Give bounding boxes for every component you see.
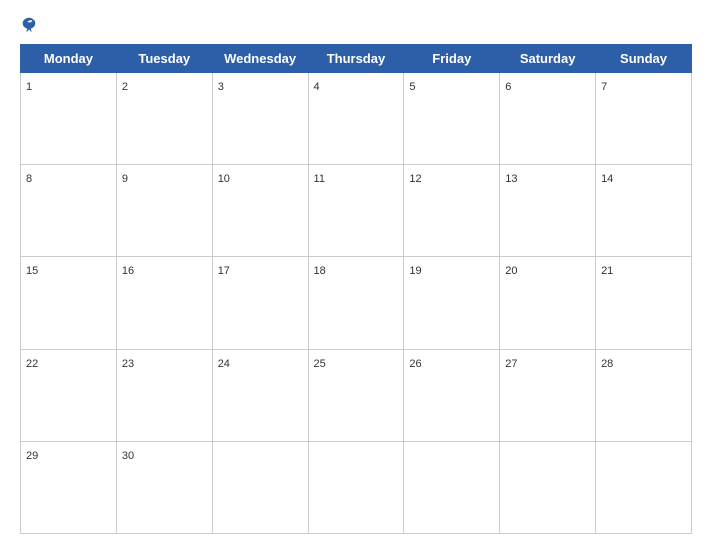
table-row: 26 (404, 349, 500, 441)
table-row: 29 (21, 441, 117, 533)
table-row: 6 (500, 73, 596, 165)
table-row: 7 (596, 73, 692, 165)
day-number: 12 (409, 173, 421, 185)
day-number: 9 (122, 173, 128, 185)
table-row: 10 (212, 165, 308, 257)
day-number: 14 (601, 173, 613, 185)
day-number: 8 (26, 173, 32, 185)
header (20, 16, 692, 34)
day-header-friday: Friday (404, 45, 500, 73)
day-number: 5 (409, 81, 415, 93)
day-number: 24 (218, 358, 230, 370)
day-number: 26 (409, 358, 421, 370)
day-number: 30 (122, 450, 134, 462)
table-row: 3 (212, 73, 308, 165)
day-number: 16 (122, 265, 134, 277)
table-row: 5 (404, 73, 500, 165)
table-row: 4 (308, 73, 404, 165)
week-row-5: 29 30 (21, 441, 692, 533)
table-row: 15 (21, 257, 117, 349)
day-number: 13 (505, 173, 517, 185)
table-row: 19 (404, 257, 500, 349)
table-row: 23 (116, 349, 212, 441)
day-header-sunday: Sunday (596, 45, 692, 73)
table-row: 12 (404, 165, 500, 257)
week-row-4: 22 23 24 25 26 27 28 (21, 349, 692, 441)
day-number: 25 (314, 358, 326, 370)
day-header-tuesday: Tuesday (116, 45, 212, 73)
table-row: 27 (500, 349, 596, 441)
day-header-wednesday: Wednesday (212, 45, 308, 73)
table-row: 28 (596, 349, 692, 441)
calendar: MondayTuesdayWednesdayThursdayFridaySatu… (20, 44, 692, 534)
table-row: 1 (21, 73, 117, 165)
table-row: 24 (212, 349, 308, 441)
table-row: 22 (21, 349, 117, 441)
day-number: 28 (601, 358, 613, 370)
table-row: 30 (116, 441, 212, 533)
table-row (212, 441, 308, 533)
day-number: 27 (505, 358, 517, 370)
day-number: 6 (505, 81, 511, 93)
table-row: 21 (596, 257, 692, 349)
week-row-1: 1 2 3 4 5 6 7 (21, 73, 692, 165)
day-number: 20 (505, 265, 517, 277)
table-row: 20 (500, 257, 596, 349)
table-row: 25 (308, 349, 404, 441)
logo-bird-icon (20, 16, 38, 34)
table-row (500, 441, 596, 533)
day-number: 3 (218, 81, 224, 93)
table-row (308, 441, 404, 533)
day-number: 15 (26, 265, 38, 277)
table-row: 11 (308, 165, 404, 257)
week-row-3: 15 16 17 18 19 20 21 (21, 257, 692, 349)
day-number: 21 (601, 265, 613, 277)
logo-blue (20, 16, 40, 34)
day-number: 2 (122, 81, 128, 93)
table-row: 13 (500, 165, 596, 257)
table-row: 9 (116, 165, 212, 257)
day-number: 23 (122, 358, 134, 370)
week-row-2: 8 9 10 11 12 13 14 (21, 165, 692, 257)
day-header-saturday: Saturday (500, 45, 596, 73)
table-row: 17 (212, 257, 308, 349)
day-number: 18 (314, 265, 326, 277)
day-number: 17 (218, 265, 230, 277)
days-header-row: MondayTuesdayWednesdayThursdayFridaySatu… (21, 45, 692, 73)
table-row: 8 (21, 165, 117, 257)
table-row: 2 (116, 73, 212, 165)
day-header-thursday: Thursday (308, 45, 404, 73)
day-number: 22 (26, 358, 38, 370)
table-row (596, 441, 692, 533)
table-row: 18 (308, 257, 404, 349)
table-row: 14 (596, 165, 692, 257)
day-header-monday: Monday (21, 45, 117, 73)
day-number: 7 (601, 81, 607, 93)
day-number: 11 (314, 173, 325, 185)
day-number: 10 (218, 173, 230, 185)
table-row (404, 441, 500, 533)
day-number: 4 (314, 81, 320, 93)
day-number: 29 (26, 450, 38, 462)
day-number: 19 (409, 265, 421, 277)
table-row: 16 (116, 257, 212, 349)
day-number: 1 (26, 81, 32, 93)
logo (20, 16, 40, 34)
